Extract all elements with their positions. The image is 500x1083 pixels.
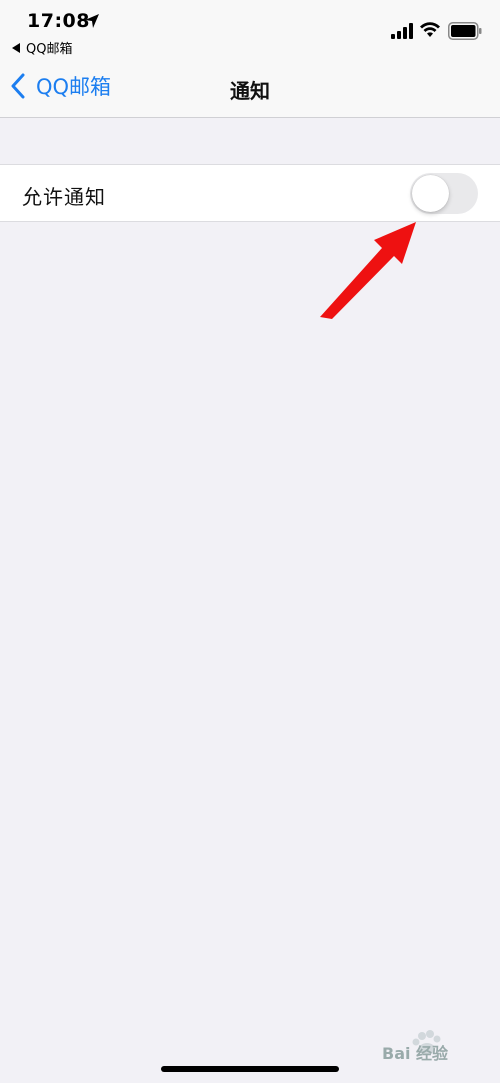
red-arrow-annotation: [320, 222, 416, 319]
navigation-bar: QQ邮箱 通知: [0, 58, 500, 118]
allow-notifications-label: 允许通知: [22, 185, 106, 209]
signal-icon: [391, 23, 413, 39]
page-title: 通知: [230, 79, 270, 103]
wifi-icon: [420, 22, 440, 37]
status-time: 17:08: [27, 10, 90, 32]
watermark-text: Bai 经验: [382, 1044, 449, 1063]
home-indicator[interactable]: [161, 1066, 339, 1072]
toggle-knob: [412, 175, 449, 212]
back-to-app-link[interactable]: QQ邮箱: [12, 38, 72, 57]
allow-notifications-toggle[interactable]: [410, 173, 478, 214]
status-bar: 17:08 QQ邮箱: [0, 0, 500, 58]
back-app-label: QQ邮箱: [26, 42, 73, 57]
allow-notifications-row: 允许通知: [0, 164, 500, 222]
location-icon: [85, 14, 99, 28]
back-triangle-icon: [12, 42, 20, 53]
battery-icon: [448, 22, 482, 40]
